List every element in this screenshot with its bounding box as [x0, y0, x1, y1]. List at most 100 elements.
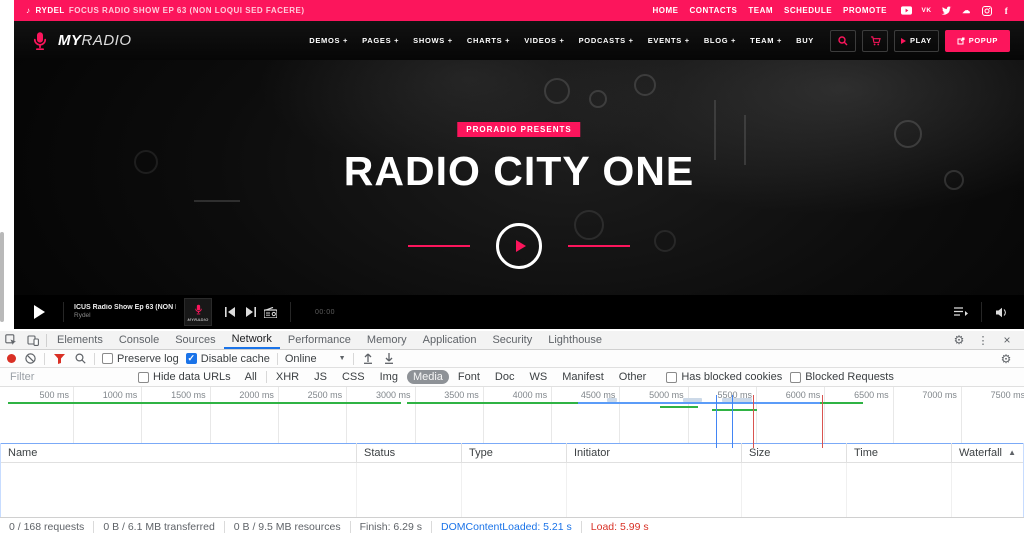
filter-pill-xhr[interactable]: XHR	[270, 370, 305, 384]
filter-pill-img[interactable]: Img	[374, 370, 404, 384]
search-button[interactable]	[830, 30, 856, 52]
timeline-tick-label: 2500 ms	[288, 390, 342, 400]
filter-pill-js[interactable]: JS	[308, 370, 333, 384]
instagram-icon[interactable]	[981, 5, 992, 16]
filter-funnel-icon[interactable]	[52, 350, 66, 368]
site-topbar: ♪ RYDEL FOCUS RADIO SHOW EP 63 (NON LOQU…	[14, 0, 1024, 21]
topbar-link-contacts[interactable]: CONTACTS	[690, 6, 738, 15]
close-devtools-icon[interactable]: ×	[996, 331, 1018, 349]
filter-input[interactable]	[8, 370, 130, 385]
column-header-status[interactable]: Status	[356, 443, 461, 462]
dom-content-loaded-time: DOMContentLoaded: 5.21 s	[432, 521, 582, 533]
next-track-button[interactable]	[240, 302, 260, 322]
tab-sources[interactable]: Sources	[167, 331, 223, 349]
tab-lighthouse[interactable]: Lighthouse	[540, 331, 610, 349]
filter-pill-ws[interactable]: WS	[523, 370, 553, 384]
filter-pill-manifest[interactable]: Manifest	[556, 370, 610, 384]
menu-item-pages[interactable]: PAGES +	[362, 36, 399, 45]
menu-item-charts[interactable]: CHARTS +	[467, 36, 510, 45]
inspect-element-icon[interactable]	[0, 331, 22, 349]
checkbox-unchecked	[102, 353, 113, 364]
hide-data-urls-checkbox[interactable]: Hide data URLs	[138, 371, 231, 383]
tab-console[interactable]: Console	[111, 331, 167, 349]
now-playing-artist: RYDEL	[36, 6, 65, 15]
divider	[94, 353, 95, 365]
topbar-link-schedule[interactable]: SCHEDULE	[784, 6, 832, 15]
player-play-button[interactable]	[34, 305, 45, 319]
menu-item-buy[interactable]: BUY	[796, 36, 814, 45]
blocked-requests-checkbox[interactable]: Blocked Requests	[790, 371, 894, 383]
menu-item-videos[interactable]: VIDEOS +	[524, 36, 564, 45]
body-column-name	[1, 463, 356, 518]
settings-gear-icon[interactable]: ⚙	[948, 331, 970, 349]
column-header-name[interactable]: Name	[1, 443, 356, 462]
player-track-meta: ICUS Radio Show Ep 63 (NON LOQUI SED F R…	[74, 304, 176, 321]
vk-icon[interactable]: VK	[921, 5, 932, 16]
filter-pill-media[interactable]: Media	[407, 370, 449, 384]
tab-performance[interactable]: Performance	[280, 331, 359, 349]
tab-network[interactable]: Network	[224, 331, 280, 349]
import-har-icon[interactable]	[361, 350, 375, 368]
has-blocked-cookies-checkbox[interactable]: Has blocked cookies	[666, 371, 782, 383]
requests-count: 0 / 168 requests	[0, 521, 94, 533]
clear-icon[interactable]	[23, 350, 37, 368]
network-settings-gear-icon[interactable]: ⚙	[995, 350, 1017, 368]
filter-pill-doc[interactable]: Doc	[489, 370, 521, 384]
play-button[interactable]: PLAY	[894, 30, 939, 52]
topbar-link-promote[interactable]: PROMOTE	[843, 6, 887, 15]
requests-table: Name Status Type Initiator Size Time Wat…	[0, 443, 1024, 517]
twitter-icon[interactable]	[941, 5, 952, 16]
facebook-icon[interactable]: f	[1001, 5, 1012, 16]
column-header-initiator[interactable]: Initiator	[566, 443, 741, 462]
menu-item-blog[interactable]: BLOG +	[704, 36, 736, 45]
network-search-icon[interactable]	[73, 350, 87, 368]
popup-button-label: POPUP	[969, 36, 998, 45]
disable-cache-checkbox[interactable]: ✓ Disable cache	[186, 353, 270, 365]
topbar-link-home[interactable]: HOME	[653, 6, 679, 15]
network-overview[interactable]: 500 ms1000 ms1500 ms2000 ms2500 ms3000 m…	[0, 387, 1024, 444]
popup-button[interactable]: POPUP	[945, 30, 1010, 52]
hero-play-button[interactable]	[496, 223, 542, 269]
divider	[353, 353, 354, 365]
cart-button[interactable]	[862, 30, 888, 52]
page-scrollbar-thumb[interactable]	[0, 232, 4, 322]
preserve-log-checkbox[interactable]: Preserve log	[102, 353, 179, 365]
menu-item-team[interactable]: TEAM +	[750, 36, 782, 45]
finish-time: Finish: 6.29 s	[351, 521, 432, 533]
radio-icon[interactable]	[260, 302, 280, 322]
topbar-link-team[interactable]: TEAM	[748, 6, 773, 15]
divider	[277, 353, 278, 365]
menu-item-demos[interactable]: DEMOS +	[309, 36, 348, 45]
playlist-icon[interactable]	[951, 302, 971, 322]
menu-item-podcasts[interactable]: PODCASTS +	[579, 36, 634, 45]
column-header-time[interactable]: Time	[846, 443, 951, 462]
logo-text-bold: MY	[58, 32, 82, 49]
tab-security[interactable]: Security	[484, 331, 540, 349]
previous-track-button[interactable]	[220, 302, 240, 322]
youtube-icon[interactable]	[901, 5, 912, 16]
body-column-time	[846, 463, 951, 518]
requests-table-body[interactable]	[1, 463, 1023, 518]
tab-elements[interactable]: Elements	[49, 331, 111, 349]
throttling-dropdown[interactable]: Online ▼	[285, 353, 346, 365]
column-header-waterfall[interactable]: Waterfall ▲	[951, 443, 1023, 462]
column-header-type[interactable]: Type	[461, 443, 566, 462]
device-toolbar-icon[interactable]	[22, 331, 44, 349]
export-har-icon[interactable]	[382, 350, 396, 368]
soundcloud-icon[interactable]: ☁	[961, 5, 972, 16]
kebab-menu-icon[interactable]: ⋮	[972, 331, 994, 349]
menu-item-shows[interactable]: SHOWS +	[413, 36, 453, 45]
record-button[interactable]	[7, 354, 16, 363]
volume-icon[interactable]	[992, 302, 1012, 322]
column-header-size[interactable]: Size	[741, 443, 846, 462]
filter-pill-css[interactable]: CSS	[336, 370, 371, 384]
timeline-gridline	[756, 387, 757, 443]
tab-memory[interactable]: Memory	[359, 331, 415, 349]
filter-pill-all[interactable]: All	[239, 370, 263, 384]
myradio-logo[interactable]: MYRADIO	[28, 29, 132, 53]
filter-pill-other[interactable]: Other	[613, 370, 653, 384]
menu-item-events[interactable]: EVENTS +	[648, 36, 690, 45]
filter-pill-font[interactable]: Font	[452, 370, 486, 384]
devtools-tabbar: Elements Console Sources Network Perform…	[0, 331, 1024, 350]
tab-application[interactable]: Application	[415, 331, 485, 349]
